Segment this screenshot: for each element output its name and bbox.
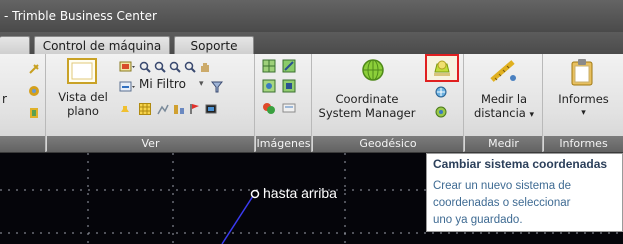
filter-dropdown-arrow[interactable]: ▾ <box>199 77 204 91</box>
image-grid-icon-2[interactable] <box>282 58 296 73</box>
group-label-medir: Medir <box>465 136 542 152</box>
zoom-window-icon[interactable] <box>169 58 181 73</box>
zoom-out-icon[interactable] <box>154 58 166 73</box>
pin-icon[interactable] <box>28 60 40 74</box>
ribbon-tab-row: Control de máquina Soporte <box>0 32 623 54</box>
ribbon: r Vista del plano Mi Filtro ▾ Ver Imágen… <box>0 54 623 152</box>
pan-hand-icon[interactable] <box>199 58 211 72</box>
group-label-imagenes: Imágenes <box>256 136 311 152</box>
funnel-icon[interactable] <box>210 78 224 93</box>
truncated-label: r <box>2 92 7 106</box>
csm-label-line2: System Manager <box>318 106 416 120</box>
chart-icon[interactable] <box>157 100 169 115</box>
informes-label: Informes <box>558 92 609 106</box>
tooltip-line-2: coordenadas o seleccionar <box>433 197 571 209</box>
informes-dropdown-arrow[interactable]: ▾ <box>546 106 621 120</box>
globe-icon[interactable] <box>361 58 385 82</box>
tab-control-de-maquina[interactable]: Control de máquina <box>34 36 170 54</box>
change-coordinate-system-icon <box>434 60 450 76</box>
ribbon-group-medir: Medir la distancia ▾ Medir <box>465 54 543 152</box>
clipboard-icon[interactable] <box>570 58 594 86</box>
window-title: - Trimble Business Center <box>4 9 157 23</box>
tab-left-edge[interactable] <box>0 36 30 54</box>
grid-icon[interactable] <box>139 100 151 115</box>
tooltip-title: Cambiar sistema coordenadas <box>433 157 608 171</box>
medir-label-line1: Medir la <box>480 92 528 106</box>
change-coordinate-system-button[interactable] <box>425 54 459 82</box>
geodetic-settings-icon[interactable] <box>434 84 448 98</box>
tooltip-line-1: Crear un nuevo sistema de <box>433 180 572 192</box>
zoom-extents-icon[interactable] <box>184 58 196 73</box>
ribbon-group-ver: Vista del plano Mi Filtro ▾ Ver <box>47 54 255 152</box>
filter-options-icon[interactable] <box>119 78 135 92</box>
vista-del-plano-button[interactable]: Vista del plano <box>51 90 115 118</box>
group-label-geodesico: Geodésico <box>313 136 463 152</box>
image-grid-icon-3[interactable] <box>262 78 276 93</box>
group-label-informes: Informes <box>544 136 623 152</box>
medir-dropdown-arrow[interactable]: ▾ <box>530 110 535 120</box>
stack-icon[interactable] <box>28 104 40 118</box>
ribbon-group-partial: r <box>0 54 46 152</box>
measure-distance-icon[interactable] <box>489 58 517 84</box>
bell-icon[interactable] <box>119 100 131 112</box>
vista-del-plano-icon[interactable] <box>67 58 97 86</box>
flag-icon[interactable] <box>189 100 201 114</box>
medir-distancia-button[interactable]: Medir la distancia ▾ <box>467 92 541 122</box>
columns-icon[interactable] <box>173 100 185 114</box>
filter-dropdown[interactable]: Mi Filtro <box>139 77 186 91</box>
view-options-icon[interactable] <box>119 58 135 72</box>
image-tools-icon-1[interactable] <box>262 100 276 114</box>
ribbon-group-geodesico: Coordinate System Manager Geodésico <box>313 54 464 152</box>
screen-icon[interactable] <box>205 100 217 114</box>
tooltip-change-coordinate-system: Cambiar sistema coordenadas Crear un nue… <box>426 153 623 232</box>
csm-label-line1: Coordinate <box>335 92 399 106</box>
ribbon-group-informes: Informes ▾ Informes <box>544 54 623 152</box>
informes-button[interactable]: Informes ▾ <box>546 92 621 120</box>
title-bar: - Trimble Business Center <box>0 0 623 32</box>
point-label: hasta arriba <box>263 185 337 201</box>
coordinate-system-manager-button[interactable]: Coordinate System Manager <box>315 92 419 120</box>
vista-label-line2: plano <box>67 104 99 118</box>
image-grid-icon-4[interactable] <box>282 78 296 93</box>
zoom-in-icon[interactable] <box>139 58 151 73</box>
vista-label-line1: Vista del <box>58 90 108 104</box>
tooltip-line-3: uno ya guardado. <box>433 214 523 226</box>
medir-label-text: distancia <box>473 106 526 120</box>
group-label-partial <box>0 136 45 152</box>
medir-label-line2: distancia ▾ <box>467 106 541 122</box>
image-grid-icon-1[interactable] <box>262 58 276 73</box>
tab-soporte[interactable]: Soporte <box>174 36 254 54</box>
geoid-icon[interactable] <box>434 104 448 118</box>
layers-icon[interactable] <box>28 82 40 96</box>
group-label-ver: Ver <box>47 136 254 152</box>
ribbon-group-imagenes: Imágenes <box>256 54 312 152</box>
image-tools-icon-2[interactable] <box>282 100 296 114</box>
survey-line <box>221 195 254 244</box>
survey-point <box>250 189 260 199</box>
